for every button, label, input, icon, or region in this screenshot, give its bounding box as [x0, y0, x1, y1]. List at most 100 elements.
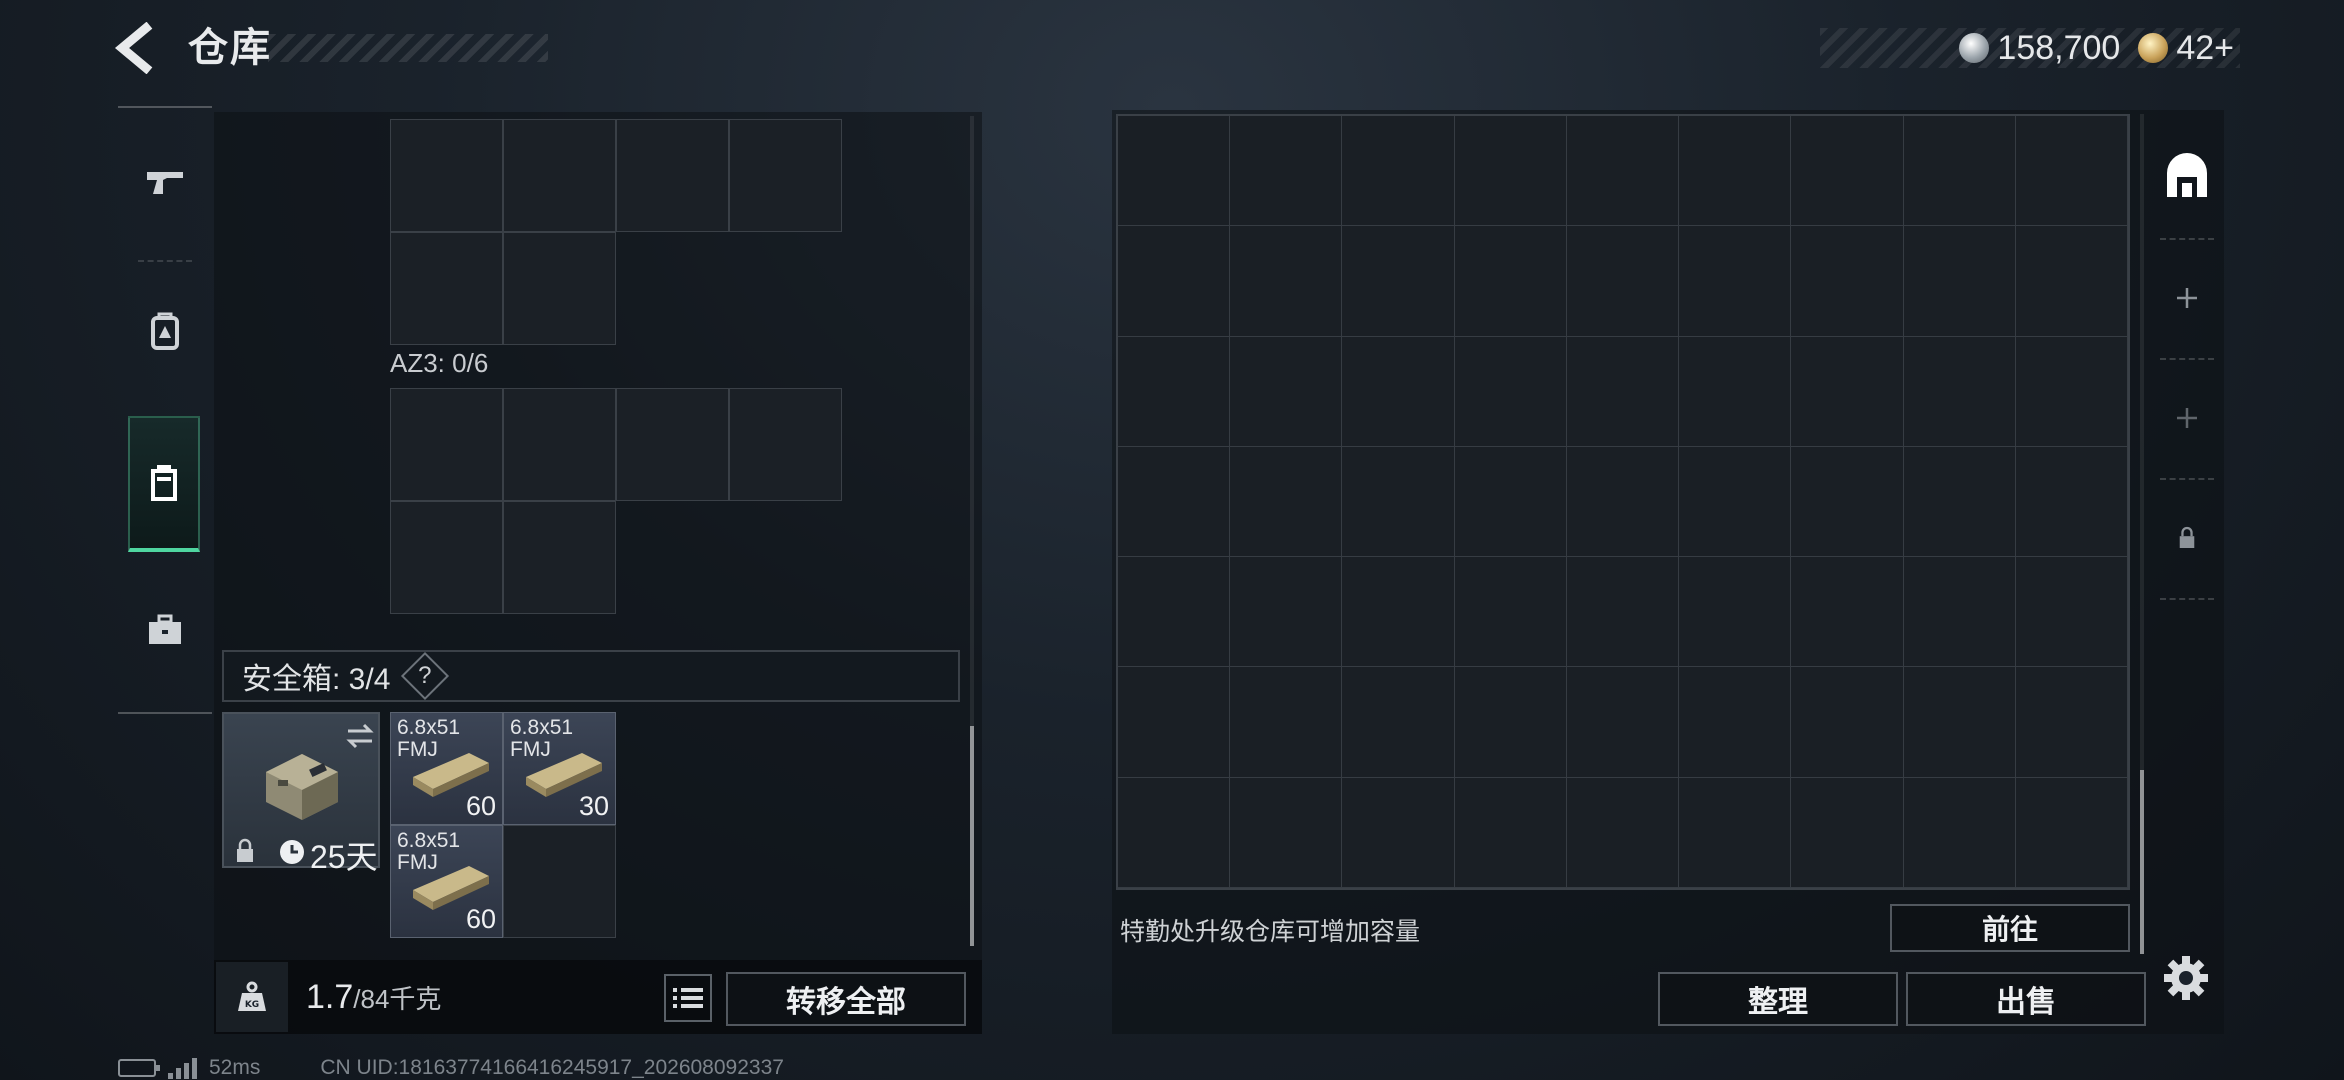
tab-briefcase[interactable]: [118, 560, 212, 700]
safe-box-help-button[interactable]: ?: [401, 651, 450, 701]
storage-slot[interactable]: [1342, 116, 1455, 227]
tab-secure-container[interactable]: [128, 416, 200, 552]
grid-slot[interactable]: [503, 501, 616, 614]
tab-weapons[interactable]: [118, 112, 212, 252]
storage-slot[interactable]: [1118, 116, 1231, 227]
storage-slot[interactable]: [2015, 116, 2128, 227]
storage-slot[interactable]: [1230, 777, 1343, 888]
storage-slot[interactable]: [1566, 557, 1680, 668]
tab-storage-main[interactable]: [2150, 116, 2224, 236]
storage-slot[interactable]: [1118, 777, 1231, 888]
grid-slot[interactable]: [503, 388, 616, 501]
storage-slot[interactable]: [1454, 446, 1567, 558]
storage-slot[interactable]: [1454, 336, 1567, 447]
storage-slot[interactable]: [1903, 446, 2016, 558]
grid-slot[interactable]: [390, 388, 503, 501]
storage-slot[interactable]: [1566, 226, 1680, 337]
storage-slot[interactable]: [1342, 226, 1455, 337]
grid-slot[interactable]: [503, 825, 616, 938]
storage-slot[interactable]: [1230, 336, 1343, 447]
storage-slot[interactable]: [1791, 226, 1904, 337]
storage-slot[interactable]: [1230, 446, 1343, 558]
storage-slot[interactable]: [1903, 116, 2016, 227]
storage-slot[interactable]: [1118, 226, 1231, 337]
grid-slot[interactable]: [503, 232, 616, 345]
storage-slot[interactable]: [1342, 777, 1455, 888]
storage-slot[interactable]: [1566, 116, 1680, 227]
storage-slot[interactable]: [1454, 667, 1567, 778]
ammo-item[interactable]: 6.8x51 FMJ 60: [390, 712, 503, 825]
storage-slot[interactable]: [1791, 336, 1904, 447]
list-view-button[interactable]: [664, 974, 712, 1022]
inventory-scroll-thumb[interactable]: [970, 726, 974, 946]
storage-slot[interactable]: [1679, 557, 1792, 668]
storage-slot[interactable]: [1454, 226, 1567, 337]
storage-slot[interactable]: [1342, 446, 1455, 558]
storage-slot[interactable]: [1566, 667, 1680, 778]
tab-storage-add-2[interactable]: [2150, 358, 2224, 478]
grid-slot[interactable]: [616, 119, 729, 232]
storage-slot[interactable]: [2015, 557, 2128, 668]
grid-slot[interactable]: [503, 119, 616, 232]
currency-silver[interactable]: 158,700: [1959, 29, 2120, 68]
tab-backpack[interactable]: [118, 262, 212, 402]
storage-slot[interactable]: [1342, 336, 1455, 447]
tab-storage-locked[interactable]: [2150, 478, 2224, 598]
storage-slot[interactable]: [1903, 667, 2016, 778]
storage-slot[interactable]: [1791, 116, 1904, 227]
storage-scroll-thumb[interactable]: [2140, 770, 2144, 954]
sell-button[interactable]: 出售: [1906, 972, 2146, 1026]
ammo-item[interactable]: 6.8x51 FMJ 60: [390, 825, 503, 938]
grid-slot[interactable]: [390, 232, 503, 345]
storage-slot[interactable]: [2015, 667, 2128, 778]
swap-icon[interactable]: [344, 722, 376, 750]
storage-slot[interactable]: [1679, 336, 1792, 447]
storage-slot[interactable]: [1903, 777, 2016, 888]
grid-slot[interactable]: [729, 119, 842, 232]
storage-slot[interactable]: [2015, 226, 2128, 337]
grid-slot[interactable]: [729, 388, 842, 501]
storage-slot[interactable]: [1791, 667, 1904, 778]
storage-slot[interactable]: [1230, 667, 1343, 778]
storage-slot[interactable]: [1230, 226, 1343, 337]
storage-slot[interactable]: [1342, 557, 1455, 668]
storage-slot[interactable]: [1342, 667, 1455, 778]
safe-box-item[interactable]: 25天: [222, 712, 380, 875]
storage-slot[interactable]: [1454, 557, 1567, 668]
storage-slot[interactable]: [1679, 667, 1792, 778]
storage-slot[interactable]: [1791, 777, 1904, 888]
organize-button[interactable]: 整理: [1658, 972, 1898, 1026]
storage-slot[interactable]: [1454, 116, 1567, 227]
storage-slot[interactable]: [1903, 336, 2016, 447]
settings-button[interactable]: [2160, 952, 2212, 1004]
transfer-all-button[interactable]: 转移全部: [726, 972, 966, 1026]
ammo-item[interactable]: 6.8x51 FMJ 30: [503, 712, 616, 825]
storage-slot[interactable]: [2015, 336, 2128, 447]
storage-slot[interactable]: [1791, 557, 1904, 668]
storage-slot[interactable]: [1566, 336, 1680, 447]
storage-slot[interactable]: [2015, 446, 2128, 558]
storage-slot[interactable]: [1566, 446, 1680, 558]
storage-slot[interactable]: [2015, 777, 2128, 888]
storage-slot[interactable]: [1679, 777, 1792, 888]
storage-slot[interactable]: [1118, 667, 1231, 778]
grid-slot[interactable]: [390, 501, 503, 614]
tab-storage-add-1[interactable]: [2150, 238, 2224, 358]
storage-slot[interactable]: [1903, 557, 2016, 668]
grid-slot[interactable]: [616, 388, 729, 501]
storage-slot[interactable]: [1118, 557, 1231, 668]
currency-gold[interactable]: 42+: [2138, 29, 2234, 68]
grid-slot[interactable]: [390, 119, 503, 232]
storage-slot[interactable]: [1118, 446, 1231, 558]
storage-slot[interactable]: [1903, 226, 2016, 337]
storage-slot[interactable]: [1679, 446, 1792, 558]
storage-slot[interactable]: [1230, 557, 1343, 668]
storage-slot[interactable]: [1454, 777, 1567, 888]
storage-slot[interactable]: [1791, 446, 1904, 558]
storage-slot[interactable]: [1679, 116, 1792, 227]
storage-slot[interactable]: [1230, 116, 1343, 227]
storage-slot[interactable]: [1679, 226, 1792, 337]
back-button[interactable]: [112, 21, 162, 75]
storage-slot[interactable]: [1566, 777, 1680, 888]
storage-slot[interactable]: [1118, 336, 1231, 447]
